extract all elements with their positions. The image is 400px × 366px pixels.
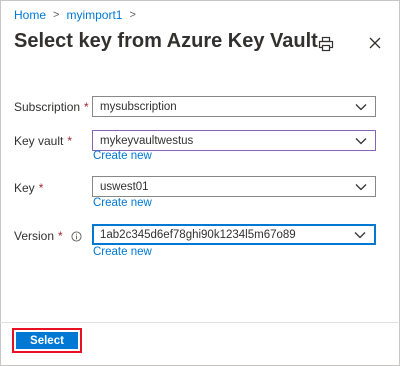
version-label-text: Version xyxy=(14,229,55,243)
close-icon[interactable] xyxy=(368,36,382,50)
required-marker: * xyxy=(38,181,44,195)
key-label: Key * xyxy=(14,181,43,195)
key-vault-dropdown[interactable]: mykeyvaultwestus xyxy=(92,130,376,151)
info-icon[interactable] xyxy=(71,230,82,242)
version-dropdown[interactable]: 1ab2c345d6ef78ghi90k1234l5m67o89 xyxy=(92,224,376,245)
key-vault-label: Key vault * xyxy=(14,134,72,148)
key-dropdown[interactable]: uswest01 xyxy=(92,176,376,197)
footer-divider xyxy=(0,322,398,323)
key-vault-value: mykeyvaultwestus xyxy=(100,134,194,147)
subscription-dropdown[interactable]: mysubscription xyxy=(92,96,376,117)
version-create-new-link[interactable]: Create new xyxy=(93,246,152,258)
breadcrumb-current[interactable]: myimport1 xyxy=(66,8,122,22)
subscription-label-text: Subscription xyxy=(14,100,81,114)
chevron-down-icon xyxy=(355,137,367,144)
version-value: 1ab2c345d6ef78ghi90k1234l5m67o89 xyxy=(100,228,296,241)
key-vault-create-new-link[interactable]: Create new xyxy=(93,150,152,162)
required-marker: * xyxy=(67,134,73,148)
select-button-label: Select xyxy=(16,332,78,349)
version-label: Version * xyxy=(14,229,82,243)
subscription-label: Subscription * xyxy=(14,100,89,114)
key-label-text: Key xyxy=(14,181,35,195)
required-marker: * xyxy=(84,100,89,114)
chevron-right-icon: > xyxy=(53,9,60,21)
required-marker: * xyxy=(58,229,63,243)
breadcrumb-home[interactable]: Home xyxy=(14,8,46,22)
key-value: uswest01 xyxy=(100,180,149,193)
chevron-down-icon xyxy=(355,183,367,190)
breadcrumb: Home > myimport1 > xyxy=(14,8,143,22)
key-vault-label-text: Key vault xyxy=(14,134,64,148)
print-icon[interactable] xyxy=(318,36,334,52)
select-button[interactable]: Select xyxy=(12,328,82,353)
page-title: Select key from Azure Key Vault xyxy=(14,30,318,52)
chevron-down-icon xyxy=(355,103,367,110)
chevron-down-icon xyxy=(354,231,366,238)
subscription-value: mysubscription xyxy=(100,100,177,113)
chevron-right-icon: > xyxy=(129,9,136,21)
key-create-new-link[interactable]: Create new xyxy=(93,197,152,209)
